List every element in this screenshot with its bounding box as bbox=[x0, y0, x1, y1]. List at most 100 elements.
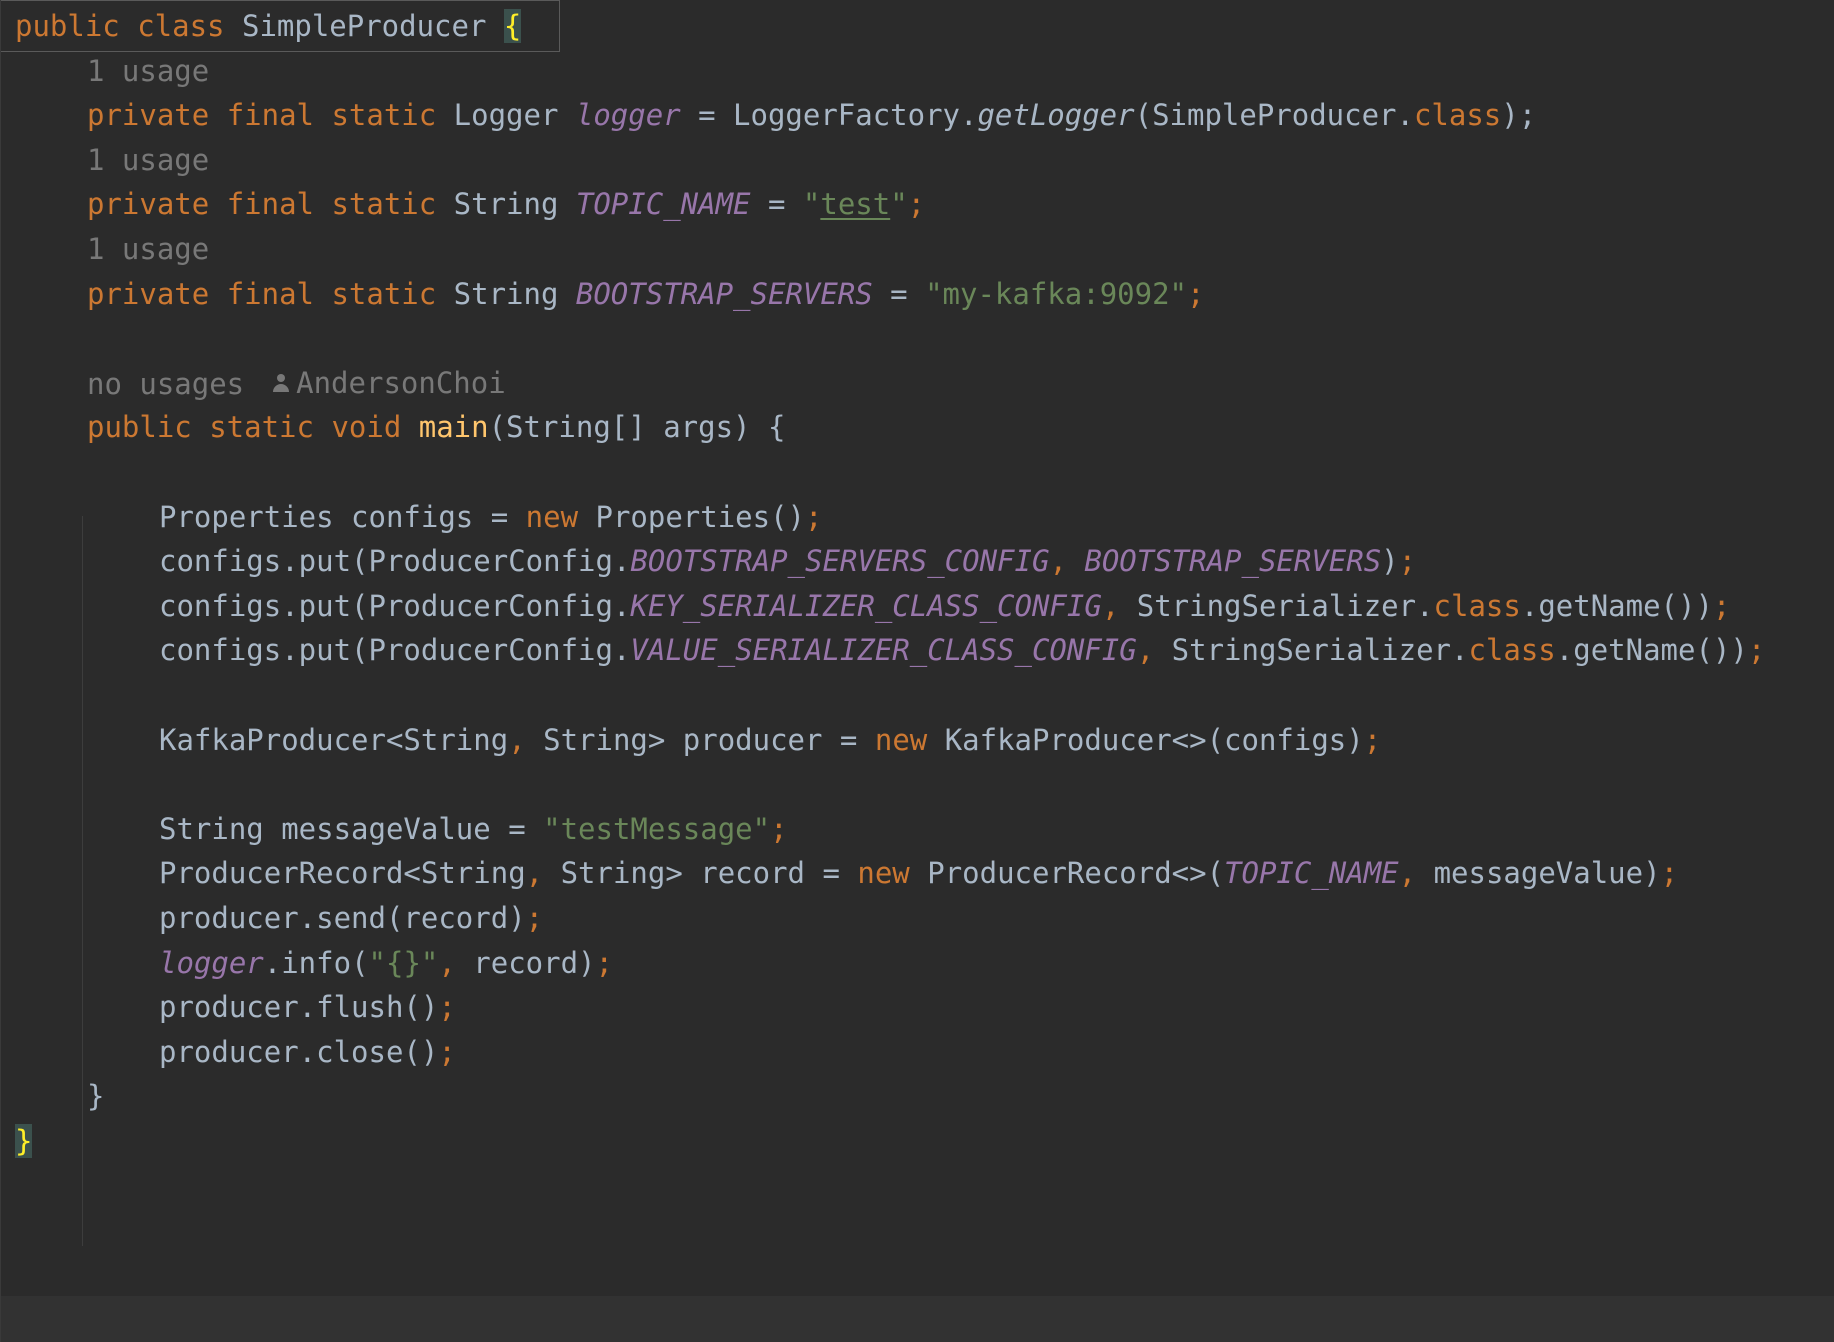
code-token: static bbox=[331, 98, 454, 132]
code-token: logger bbox=[159, 946, 264, 980]
code-token: configs.put(ProducerConfig. bbox=[159, 633, 631, 667]
code-token: private bbox=[87, 187, 227, 221]
code-token: ; bbox=[595, 946, 613, 980]
code-token: BOOTSTRAP_SERVERS bbox=[1084, 544, 1382, 578]
code-token: final bbox=[226, 277, 332, 311]
code-token: ; bbox=[1747, 633, 1766, 667]
code-token: class bbox=[1468, 633, 1556, 667]
code-token: ; bbox=[525, 901, 544, 935]
usage-hint-text[interactable]: 1 usage bbox=[87, 54, 209, 88]
code-token: static bbox=[331, 187, 454, 221]
code-token: , bbox=[525, 856, 561, 890]
code-token: producer.send(record) bbox=[159, 901, 526, 935]
code-token: Logger bbox=[453, 98, 576, 132]
code-token: private bbox=[87, 98, 227, 132]
code-token: ; bbox=[1712, 589, 1731, 623]
code-token: KEY_SERIALIZER_CLASS_CONFIG bbox=[630, 589, 1102, 623]
code-token: = bbox=[872, 277, 926, 311]
code-line-class-close[interactable]: } bbox=[1, 1115, 1834, 1167]
code-token: String bbox=[453, 187, 576, 221]
code-token: ; bbox=[1398, 544, 1417, 578]
code-token: (String[] args) { bbox=[488, 410, 786, 444]
code-token: new bbox=[874, 723, 945, 757]
code-token: public bbox=[87, 410, 210, 444]
code-token: ); bbox=[1501, 98, 1537, 132]
code-token: ; bbox=[907, 187, 926, 221]
code-token: ; bbox=[1187, 277, 1205, 311]
code-token: ProducerRecord<>( bbox=[927, 856, 1225, 890]
code-token: ; bbox=[438, 1035, 456, 1069]
code-token: test bbox=[820, 187, 891, 221]
code-token: ) bbox=[1381, 544, 1399, 578]
code-token: = bbox=[750, 187, 803, 221]
code-token: .getName()) bbox=[1520, 589, 1713, 623]
code-token: } bbox=[87, 1079, 105, 1113]
code-token: StringSerializer. bbox=[1171, 633, 1469, 667]
code-token: , bbox=[1049, 544, 1085, 578]
code-token: SimpleProducer bbox=[241, 9, 504, 43]
code-token: class bbox=[137, 9, 242, 43]
code-token: class bbox=[1433, 589, 1521, 623]
code-token: .info( bbox=[263, 946, 369, 980]
code-token: Properties configs = bbox=[159, 500, 526, 534]
code-token: new bbox=[857, 856, 928, 890]
code-token: " bbox=[802, 187, 821, 221]
code-token: TOPIC_NAME bbox=[1224, 856, 1399, 890]
code-token: KafkaProducer<>(configs) bbox=[944, 723, 1364, 757]
code-token: ; bbox=[770, 812, 788, 846]
code-token: BOOTSTRAP_SERVERS bbox=[575, 277, 873, 311]
code-token: static bbox=[331, 277, 454, 311]
usage-hint-text[interactable]: 1 usage bbox=[87, 143, 209, 177]
code-token: TOPIC_NAME bbox=[575, 187, 751, 221]
code-token: Properties() bbox=[595, 500, 806, 534]
code-token: class bbox=[1413, 98, 1502, 132]
code-token: ; bbox=[438, 990, 456, 1024]
code-token: static bbox=[209, 410, 332, 444]
code-token: void bbox=[331, 410, 419, 444]
code-token: new bbox=[525, 500, 596, 534]
code-token: ; bbox=[1363, 723, 1382, 757]
code-token: , bbox=[1136, 633, 1172, 667]
code-token: VALUE_SERIALIZER_CLASS_CONFIG bbox=[630, 633, 1137, 667]
code-token: final bbox=[226, 98, 332, 132]
code-token: getLogger bbox=[977, 98, 1135, 132]
code-token: , bbox=[1101, 589, 1137, 623]
code-token: main bbox=[418, 410, 489, 444]
code-token: } bbox=[15, 1124, 33, 1158]
code-token: logger bbox=[575, 98, 681, 132]
code-token: "my-kafka:9092" bbox=[925, 277, 1187, 311]
code-token: producer.close() bbox=[159, 1035, 439, 1069]
code-token: , bbox=[1398, 856, 1434, 890]
code-token: "testMessage" bbox=[543, 812, 771, 846]
code-token: , bbox=[508, 723, 544, 757]
code-token: String bbox=[453, 277, 576, 311]
code-token: record) bbox=[473, 946, 596, 980]
code-token: ; bbox=[805, 500, 823, 534]
code-token: messageValue) bbox=[1433, 856, 1661, 890]
code-token: .getName()) bbox=[1555, 633, 1748, 667]
code-token: configs.put(ProducerConfig. bbox=[159, 589, 631, 623]
code-token: = LoggerFactory. bbox=[680, 98, 978, 132]
code-token: StringSerializer. bbox=[1136, 589, 1434, 623]
code-token: configs.put(ProducerConfig. bbox=[159, 544, 631, 578]
code-token: String messageValue = bbox=[159, 812, 544, 846]
code-token: final bbox=[226, 187, 332, 221]
code-token: , bbox=[438, 946, 474, 980]
usage-hint-text[interactable]: 1 usage bbox=[87, 232, 209, 266]
code-token: String> producer = bbox=[543, 723, 875, 757]
code-token: ; bbox=[1660, 856, 1679, 890]
person-icon bbox=[272, 372, 290, 394]
code-token: "{}" bbox=[368, 946, 439, 980]
current-line-highlight bbox=[1, 1296, 1834, 1342]
code-token: ProducerRecord<String bbox=[159, 856, 526, 890]
code-token: private bbox=[87, 277, 227, 311]
code-token: BOOTSTRAP_SERVERS_CONFIG bbox=[630, 544, 1050, 578]
code-token: producer.flush() bbox=[159, 990, 439, 1024]
code-token: KafkaProducer<String bbox=[159, 723, 509, 757]
code-token: " bbox=[890, 187, 908, 221]
usage-hint-text[interactable]: no usages bbox=[87, 367, 244, 401]
code-token: (SimpleProducer. bbox=[1134, 98, 1414, 132]
code-token: { bbox=[503, 9, 522, 43]
code-editor[interactable]: public class SimpleProducer { 1 usage pr… bbox=[0, 0, 1834, 1342]
code-token: String> record = bbox=[560, 856, 858, 890]
